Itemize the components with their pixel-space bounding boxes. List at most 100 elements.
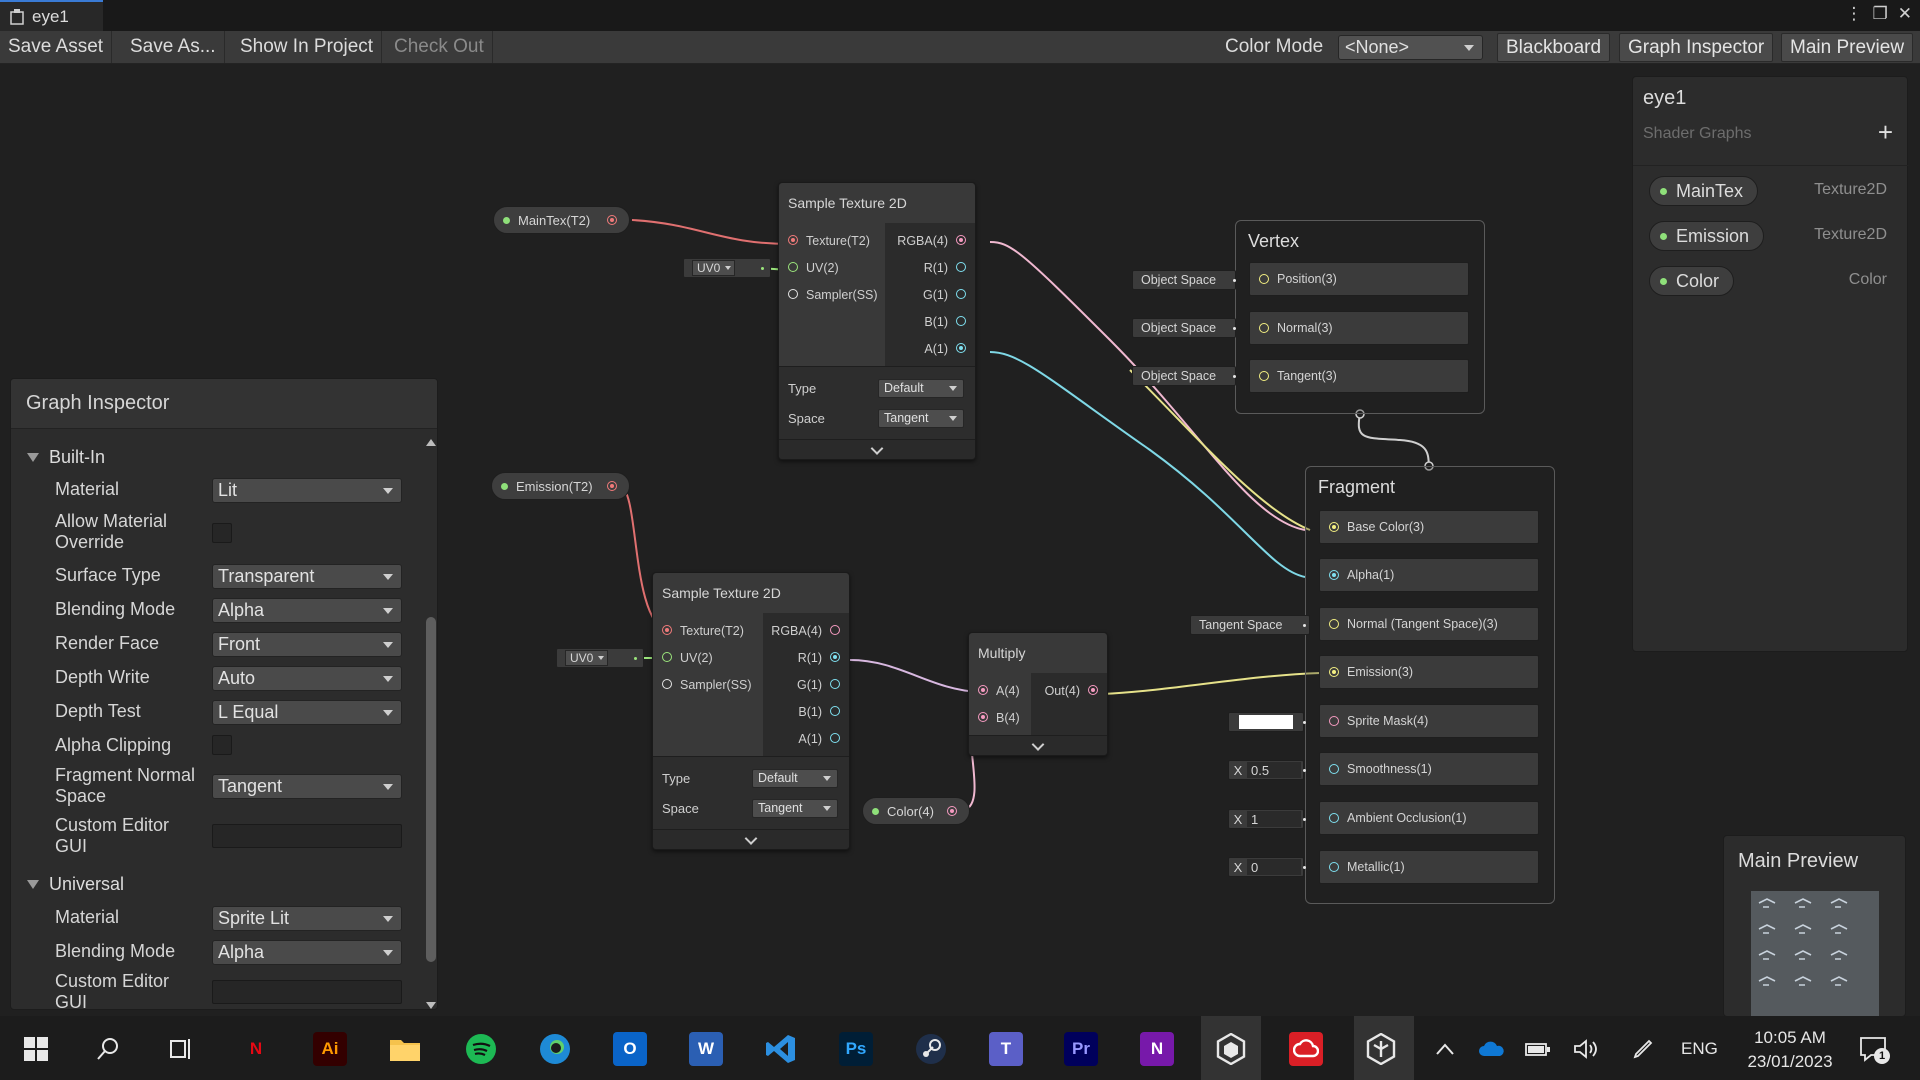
fragment-emission-block[interactable]: Emission(3) [1319, 655, 1539, 689]
scroll-down-icon[interactable] [426, 1002, 436, 1009]
metallic-field[interactable]: X0 [1228, 857, 1304, 877]
smoothness-value[interactable]: 0.5 [1247, 762, 1301, 778]
edge-icon[interactable] [538, 1032, 572, 1066]
save-as-button[interactable]: Save As... [122, 31, 225, 63]
port-texture[interactable]: Texture(T2) [779, 227, 885, 254]
windows-start-icon[interactable] [19, 1032, 53, 1066]
kebab-menu-icon[interactable]: ⋮ [1846, 4, 1863, 24]
chevron-up-icon[interactable] [1428, 1032, 1462, 1066]
task-view-icon[interactable] [164, 1032, 198, 1066]
photoshop-icon[interactable]: Ps [839, 1032, 873, 1066]
port-rgba[interactable]: RGBA(4) [885, 227, 975, 254]
teams-icon[interactable]: T [989, 1032, 1023, 1066]
depth-test-dropdown[interactable]: L Equal [212, 700, 402, 725]
uv-dropdown[interactable]: UV0 [565, 650, 609, 666]
custom-editor-gui-input[interactable] [212, 824, 402, 848]
language-indicator[interactable]: ENG [1681, 1039, 1718, 1059]
document-tab[interactable]: eye1 [0, 0, 103, 31]
port-b[interactable]: B(1) [763, 698, 849, 725]
render-face-dropdown[interactable]: Front [212, 632, 402, 657]
preview-render[interactable] [1751, 891, 1879, 1017]
search-icon[interactable] [91, 1032, 125, 1066]
unity-icon[interactable] [1364, 1032, 1398, 1066]
fragment-metallic-block[interactable]: Metallic(1) [1319, 850, 1539, 884]
vertex-tangent-block[interactable]: Tangent(3) [1249, 359, 1469, 393]
universal-material-dropdown[interactable]: Sprite Lit [212, 906, 402, 931]
collapse-toggle[interactable] [653, 829, 849, 849]
notifications-icon[interactable]: 1 [1856, 1032, 1890, 1066]
maintex-property-node[interactable]: MainTex(T2) [493, 206, 630, 234]
port-a[interactable]: A(4) [969, 677, 1031, 704]
ambient-occlusion-value[interactable]: 1 [1247, 811, 1301, 827]
battery-icon[interactable] [1521, 1032, 1555, 1066]
universal-custom-editor-gui-input[interactable] [212, 980, 402, 1004]
emission-property-node[interactable]: Emission(T2) [491, 472, 630, 500]
port-texture[interactable]: Texture(T2) [653, 617, 763, 644]
word-icon[interactable]: W [689, 1032, 723, 1066]
space-dropdown[interactable]: Tangent [878, 408, 964, 428]
illustrator-icon[interactable]: Ai [313, 1032, 347, 1066]
metallic-value[interactable]: 0 [1247, 859, 1301, 875]
blending-mode-dropdown[interactable]: Alpha [212, 598, 402, 623]
uv-dropdown[interactable]: UV0 [692, 260, 736, 276]
port-uv[interactable]: UV(2) [779, 254, 885, 281]
close-icon[interactable]: ✕ [1898, 4, 1912, 24]
color-property-node[interactable]: Color(4) [862, 797, 970, 825]
maximize-icon[interactable]: ❐ [1873, 4, 1888, 24]
material-dropdown[interactable]: Lit [212, 478, 402, 503]
uv-channel-bottom[interactable]: UV0 [556, 648, 644, 668]
blackboard-item-maintex[interactable]: MainTex [1649, 176, 1759, 206]
collapse-toggle[interactable] [779, 439, 975, 459]
inspector-scrollbar[interactable] [425, 439, 437, 1009]
port-b[interactable]: B(4) [969, 704, 1031, 731]
object-space-tangent[interactable]: Object Space [1132, 366, 1236, 386]
vscode-icon[interactable] [764, 1032, 798, 1066]
port-out[interactable]: Out(4) [1031, 677, 1107, 704]
object-space-position[interactable]: Object Space [1132, 270, 1236, 290]
fragment-smoothness-block[interactable]: Smoothness(1) [1319, 752, 1539, 786]
universal-blending-mode-dropdown[interactable]: Alpha [212, 940, 402, 965]
taskbar-clock[interactable]: 10:05 AM 23/01/2023 [1740, 1026, 1840, 1074]
vertex-normal-block[interactable]: Normal(3) [1249, 311, 1469, 345]
smoothness-field[interactable]: X 0.5 [1228, 760, 1304, 780]
uv-channel-top[interactable]: UV0 [683, 258, 771, 278]
port-r[interactable]: R(1) [885, 254, 975, 281]
spotify-icon[interactable] [464, 1032, 498, 1066]
blackboard-item-color[interactable]: Color [1649, 266, 1735, 296]
universal-section-header[interactable]: Universal [11, 869, 421, 899]
multiply-node[interactable]: Multiply A(4) B(4) Out(4) [968, 632, 1108, 756]
port-a[interactable]: A(1) [763, 725, 849, 752]
output-port-icon[interactable] [607, 481, 617, 491]
fragment-sprite-mask-block[interactable]: Sprite Mask(4) [1319, 704, 1539, 738]
port-g[interactable]: G(1) [885, 281, 975, 308]
blackboard-toggle[interactable]: Blackboard [1497, 33, 1611, 62]
onedrive-icon[interactable] [1475, 1032, 1509, 1066]
show-in-project-button[interactable]: Show In Project [232, 31, 383, 63]
file-explorer-icon[interactable] [388, 1032, 422, 1066]
allow-material-override-checkbox[interactable] [212, 523, 232, 543]
collapse-toggle[interactable] [969, 735, 1107, 755]
port-r[interactable]: R(1) [763, 644, 849, 671]
netflix-icon[interactable]: N [239, 1032, 273, 1066]
graph-inspector-toggle[interactable]: Graph Inspector [1619, 33, 1774, 62]
tangent-space-label[interactable]: Tangent Space [1190, 615, 1310, 635]
sample-texture-node-bottom[interactable]: Sample Texture 2D Texture(T2) UV(2) Samp… [652, 572, 850, 850]
alpha-clipping-checkbox[interactable] [212, 735, 232, 755]
fragment-base-color-block[interactable]: Base Color(3) [1319, 510, 1539, 544]
add-property-icon[interactable]: + [1878, 117, 1893, 148]
outlook-icon[interactable]: O [613, 1032, 647, 1066]
unity-hub-icon[interactable] [1214, 1032, 1248, 1066]
ambient-occlusion-field[interactable]: X1 [1228, 809, 1304, 829]
object-space-normal[interactable]: Object Space [1132, 318, 1236, 338]
output-port-icon[interactable] [607, 215, 617, 225]
pen-icon[interactable] [1626, 1032, 1660, 1066]
scroll-thumb[interactable] [426, 617, 436, 962]
output-port-icon[interactable] [947, 806, 957, 816]
blackboard-item-emission[interactable]: Emission [1649, 221, 1765, 251]
save-asset-button[interactable]: Save Asset [0, 31, 113, 63]
port-sampler[interactable]: Sampler(SS) [779, 281, 885, 308]
builtin-section-header[interactable]: Built-In [11, 442, 421, 472]
sprite-mask-color-swatch[interactable] [1228, 712, 1304, 732]
fragment-alpha-block[interactable]: Alpha(1) [1319, 558, 1539, 592]
creative-cloud-icon[interactable] [1289, 1032, 1323, 1066]
